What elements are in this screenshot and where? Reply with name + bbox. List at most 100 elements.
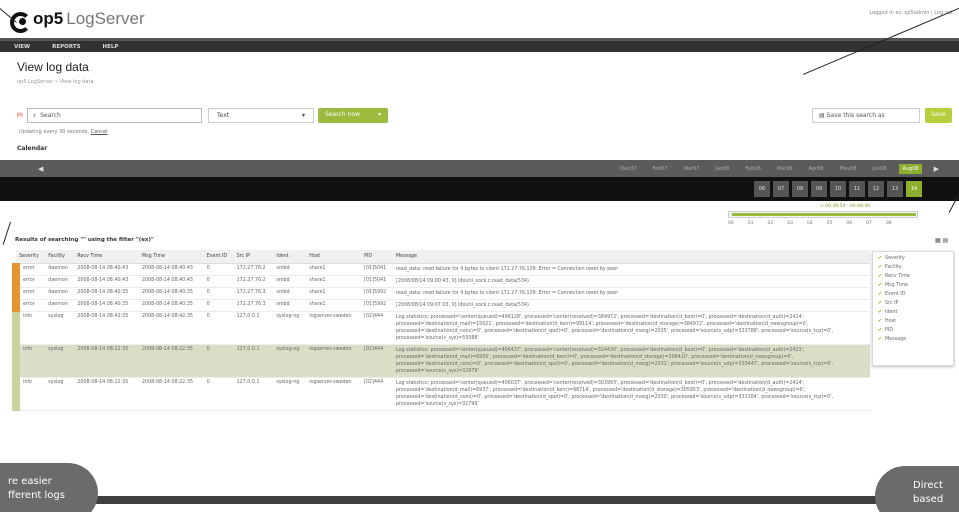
cell-ip: 172.27.76.2 [233, 275, 274, 288]
month-5[interactable]: Mar08 [774, 164, 796, 174]
day-1[interactable]: 07 [773, 181, 789, 197]
day-6[interactable]: 12 [868, 181, 884, 197]
table-tools: ▦ ▤ [935, 237, 948, 244]
cell-ident: syslog-ng [273, 377, 307, 411]
tick-6: 06 [846, 221, 853, 226]
column-header-5[interactable]: Src IP [233, 250, 274, 264]
cell-msg: 2008-08-14 08:40:43 [139, 263, 204, 276]
day-3[interactable]: 09 [811, 181, 827, 197]
month-9[interactable]: Aug08 [899, 163, 922, 174]
month-7[interactable]: May08 [837, 164, 860, 174]
cell-ident: smbd [273, 275, 307, 288]
column-header-3[interactable]: Msg Time [139, 250, 204, 264]
column-toggle-3[interactable]: Msg Time [878, 283, 948, 292]
cell-host: logserver-sweden [306, 377, 362, 411]
time-range: > 00:49:54 - 00:48:40 [820, 204, 871, 209]
table-row[interactable]: error daemon 2008-08-14 08:40:35 2008-08-14… [11, 287, 870, 300]
table-row[interactable]: error daemon 2008-08-14 08:40:43 2008-08-14… [11, 275, 870, 288]
table-row[interactable]: info syslog 2008-08-14 08:22:35 2008-08-14 … [11, 377, 870, 411]
cell-host: share1 [306, 263, 362, 276]
column-toggle-5[interactable]: Src IP [878, 301, 948, 310]
column-header-7[interactable]: Host [306, 250, 362, 264]
column-toggle-2[interactable]: Recv Time [878, 274, 948, 283]
columns-icon[interactable]: ▦ [935, 237, 941, 244]
cell-ev: 0 [203, 311, 234, 345]
search-value: Search [40, 112, 61, 119]
month-8[interactable]: Jun08 [869, 164, 889, 174]
search-mode-select[interactable]: Text ▾ [208, 108, 314, 123]
column-header-6[interactable]: Ident [273, 250, 307, 264]
column-header-8[interactable]: PID [361, 250, 393, 264]
cell-host: logserver-sweden [306, 344, 362, 378]
day-0[interactable]: 06 [754, 181, 770, 197]
column-toggle-6[interactable]: Ident [878, 310, 948, 319]
column-toggle-7[interactable]: Host [878, 319, 948, 328]
filter-icon[interactable]: ⛿ [17, 111, 23, 121]
month-6[interactable]: Apr08 [806, 164, 827, 174]
column-toggle-1[interactable]: Facility [878, 265, 948, 274]
cell-pid: [02]444 [361, 311, 393, 345]
cell-sev: error [11, 275, 46, 288]
tick-1: 01 [747, 221, 754, 226]
save-button[interactable]: Save [925, 108, 952, 123]
column-toggle-9[interactable]: Message [878, 337, 948, 346]
month-4[interactable]: Feb08 [743, 164, 764, 174]
cell-msg: 2008-08-14 08:22:35 [139, 377, 204, 411]
breadcrumb[interactable]: op5 LogServer » View log data [17, 79, 94, 85]
nav-view[interactable]: VIEW [14, 44, 30, 50]
search-icon: ⌕ [32, 111, 37, 119]
day-2[interactable]: 08 [792, 181, 808, 197]
save-search-input[interactable]: ▤ Save this search as [812, 108, 920, 123]
cancel-link[interactable]: Cancel [91, 129, 108, 135]
table-row[interactable]: info syslog 2008-08-14 08:42:35 2008-08-14 … [11, 311, 870, 345]
column-header-1[interactable]: Facility [45, 250, 75, 264]
column-toggle-0[interactable]: Severity [878, 256, 948, 265]
day-8[interactable]: 14 [906, 181, 922, 197]
page-title: View log data [17, 60, 89, 74]
column-header-9[interactable]: Message [392, 250, 870, 264]
column-toggle-4[interactable]: Event ID [878, 292, 948, 301]
table-row[interactable]: error daemon 2008-08-14 08:40:43 2008-08-14… [11, 263, 870, 276]
column-header-4[interactable]: Event ID [203, 250, 234, 264]
callout-left-line2: fferent logs [8, 490, 65, 501]
nav-help[interactable]: HELP [103, 44, 119, 50]
cell-fac: syslog [45, 344, 75, 378]
month-2[interactable]: Mar07 [681, 164, 703, 174]
month-3[interactable]: Jan08 [712, 164, 732, 174]
day-5[interactable]: 11 [849, 181, 865, 197]
main-nav: VIEW REPORTS HELP [0, 38, 959, 52]
cell-msg: 2008-08-14 08:40:35 [139, 287, 204, 300]
export-icon[interactable]: ▤ [943, 237, 949, 244]
cell-sev: error [11, 299, 46, 312]
cell-recv: 2008-08-14 08:40:43 [74, 263, 139, 276]
cell-ident: syslog-ng [273, 344, 307, 378]
table-row[interactable]: error daemon 2008-08-14 08:40:35 2008-08-14… [11, 299, 870, 312]
day-4[interactable]: 10 [830, 181, 846, 197]
save-icon: ▤ [819, 112, 825, 119]
column-header-2[interactable]: Recv Time [74, 250, 139, 264]
cell-ip: 172.27.76.2 [233, 263, 274, 276]
prev-arrow-icon[interactable]: ◀ [38, 165, 43, 173]
cell-msg: 2008-08-14 08:40:43 [139, 275, 204, 288]
cell-ev: 0 [203, 344, 234, 378]
cell-ev: 0 [203, 299, 234, 312]
cell-fac: daemon [45, 287, 75, 300]
month-list: Dec07 Feb07 Mar07 Jan08 Feb08 Mar08 Apr08 May08… [617, 163, 922, 174]
cell-fac: daemon [45, 263, 75, 276]
search-input[interactable]: ⌕ Search [26, 108, 202, 123]
search-now-button[interactable]: Search now ▾ [318, 108, 388, 123]
month-1[interactable]: Feb07 [649, 164, 670, 174]
month-0[interactable]: Dec07 [617, 164, 639, 174]
cell-sev: error [11, 263, 46, 276]
column-toggle-8[interactable]: PID [878, 328, 948, 337]
nav-reports[interactable]: REPORTS [52, 44, 80, 50]
time-slider-fill[interactable] [732, 213, 916, 216]
cell-ident: smbd [273, 263, 307, 276]
day-7[interactable]: 13 [887, 181, 903, 197]
next-arrow-icon[interactable]: ▶ [934, 165, 939, 173]
cell-sev: error [11, 287, 46, 300]
column-header-0[interactable]: Severity [16, 250, 46, 264]
table-row[interactable]: info syslog 2008-08-14 08:22:35 2008-08-14 … [11, 344, 870, 378]
cell-host: share1 [306, 275, 362, 288]
horizontal-scrollbar[interactable] [45, 496, 915, 504]
